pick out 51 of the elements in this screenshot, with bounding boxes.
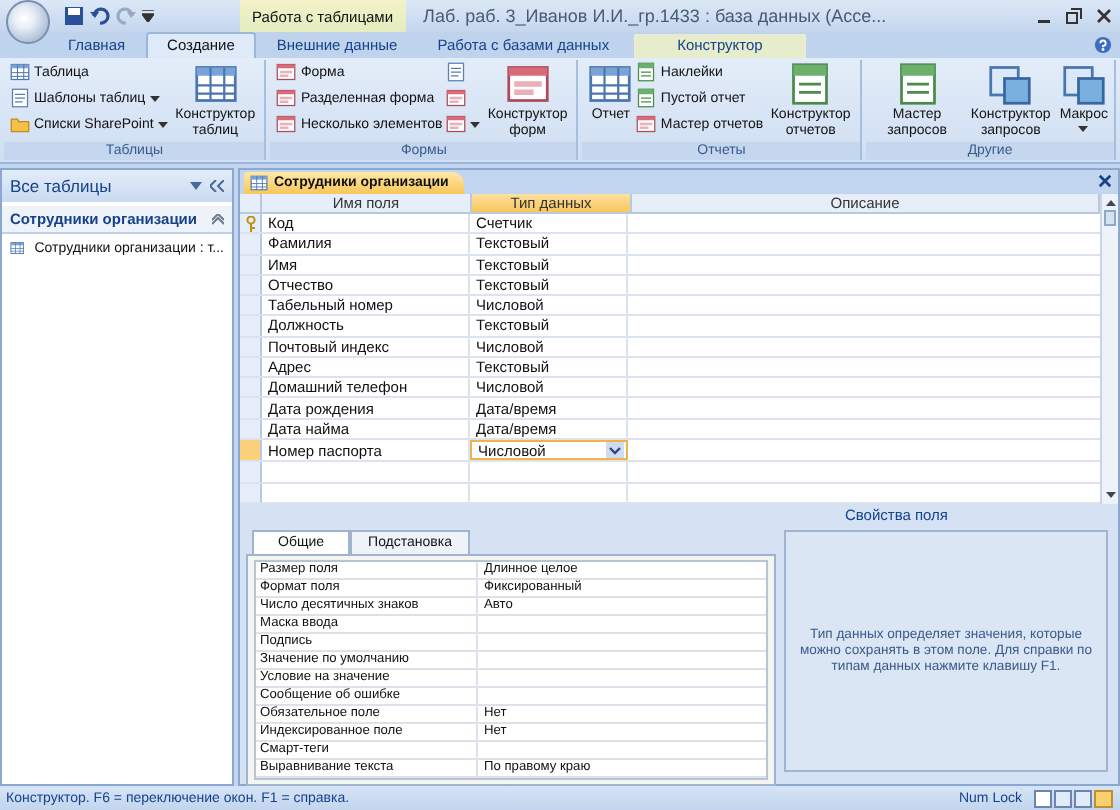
form-icon [276,88,297,108]
scroll-thumb[interactable] [1104,210,1116,226]
form-icon [505,62,550,106]
save-icon[interactable] [64,6,84,26]
row-selector[interactable] [240,234,262,254]
row-selector[interactable] [240,398,262,418]
row-selector[interactable] [240,296,262,315]
report-icon [788,62,833,106]
close-icon[interactable] [1096,8,1112,24]
caret-icon [1078,126,1089,132]
caret-icon [470,121,481,127]
document-icon [10,88,30,108]
report-icon [636,88,657,108]
row-selector[interactable] [240,378,262,397]
dropdown-icon[interactable] [190,182,202,190]
scrollbar[interactable] [1100,194,1118,504]
table-icon [10,238,25,258]
form-icon [636,114,657,134]
window-title: Лаб. раб. 3_Иванов И.И._гр.1433 : база данных (Acce... [423,6,889,26]
close-icon[interactable] [1098,174,1112,188]
collapse-icon[interactable] [210,180,224,192]
dropdown-icon[interactable] [606,442,624,459]
document-icon [446,62,467,82]
help-icon[interactable] [1094,36,1112,54]
table-icon [250,174,268,192]
table-icon [10,62,30,82]
row-selector[interactable] [240,316,262,336]
caret-icon [149,95,160,101]
form-icon [446,88,467,108]
customize-icon[interactable] [142,10,154,22]
report-icon [636,62,657,82]
ribbon-icon-button[interactable] [446,112,481,136]
table-icon [588,62,633,106]
row-selector[interactable] [240,214,262,233]
row-selector[interactable] [240,462,262,482]
folder-icon [10,114,30,134]
form-icon [276,62,297,82]
scroll-up-icon[interactable] [1105,200,1115,206]
form-icon [446,114,467,134]
form-icon [276,114,297,134]
key-icon [245,215,255,232]
office-button[interactable] [6,0,50,44]
undo-icon[interactable] [90,6,110,26]
collapse-arrow-icon[interactable] [212,213,224,225]
table-icon [193,62,238,106]
caret-icon [157,121,168,127]
view-buttons-icon[interactable] [1034,789,1114,807]
scroll-down-icon[interactable] [1105,492,1115,498]
report-icon [895,62,939,106]
restore-icon[interactable] [1066,8,1082,24]
row-selector[interactable] [240,439,262,461]
